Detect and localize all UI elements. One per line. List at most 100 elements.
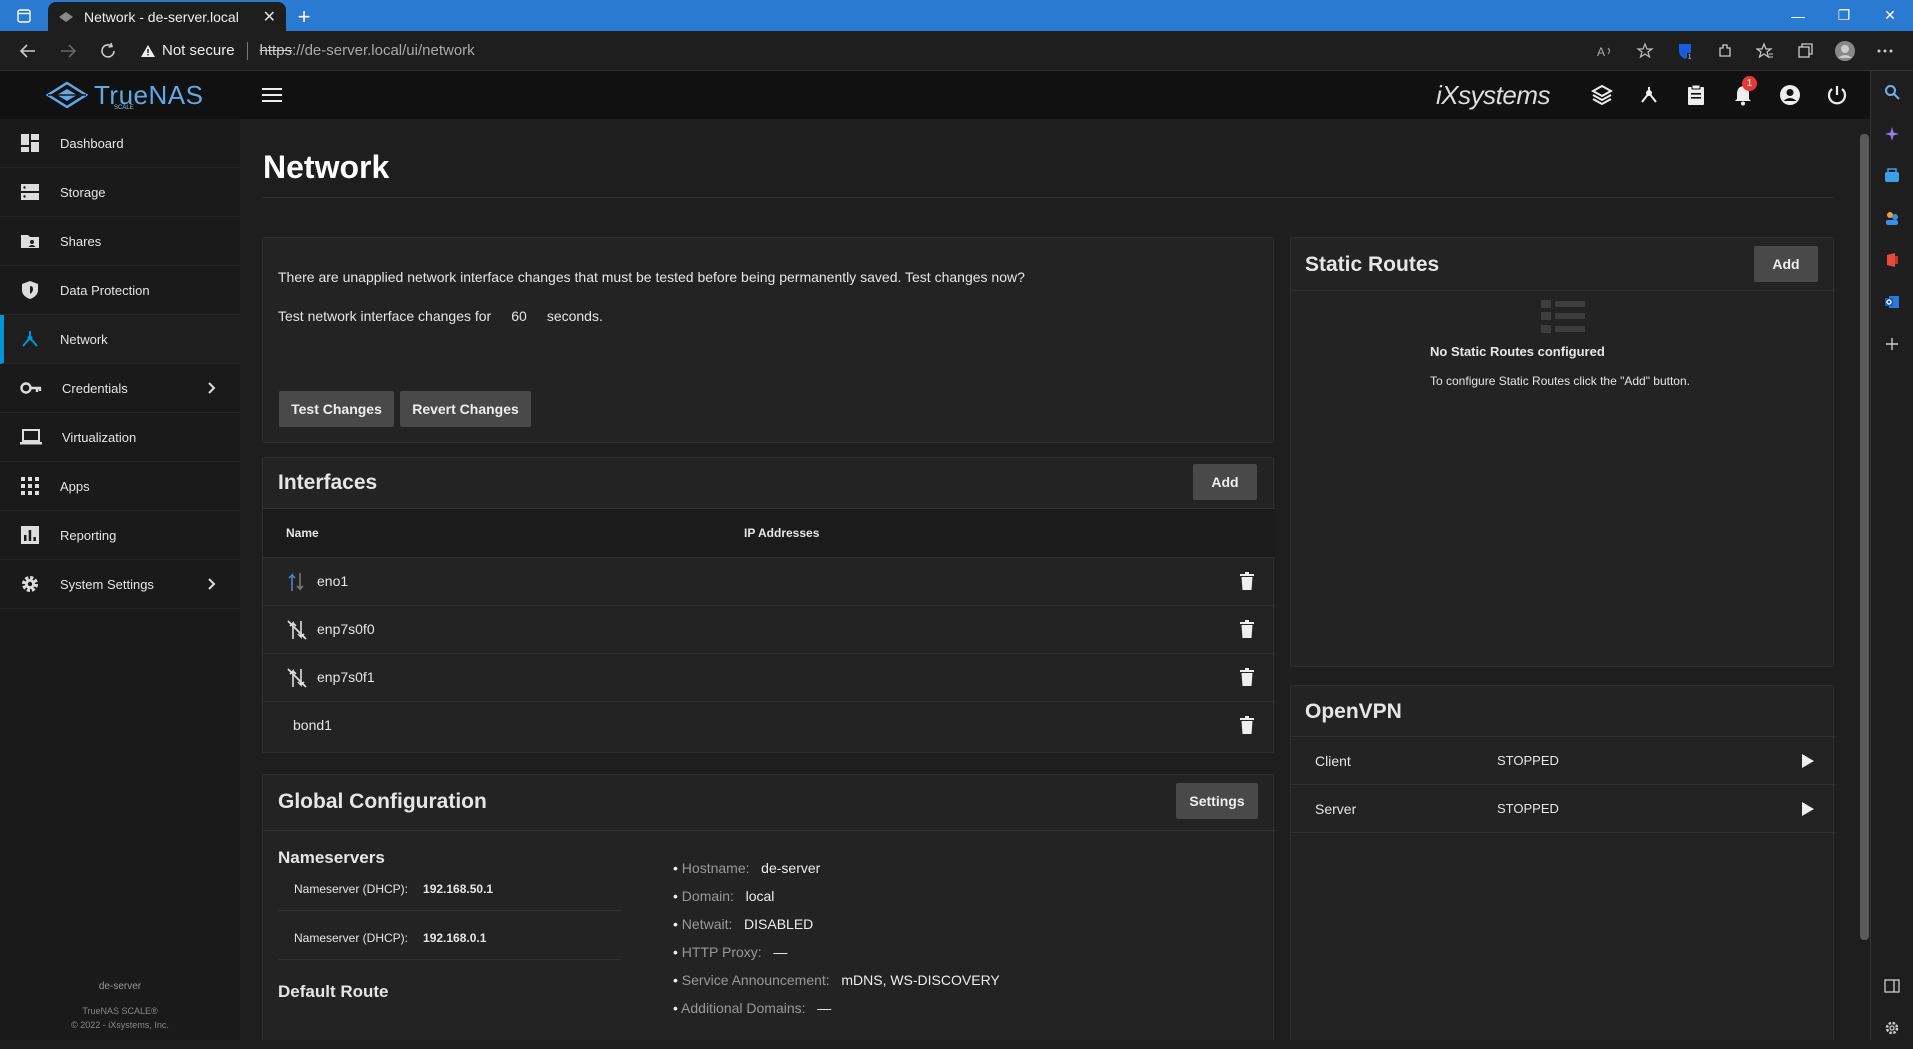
global-config-title: Global Configuration: [278, 790, 487, 813]
copilot-sparkle-icon[interactable]: [1871, 113, 1913, 155]
delete-icon[interactable]: [1240, 620, 1254, 638]
add-sidebar-app-icon[interactable]: [1871, 323, 1913, 365]
sidebar-item-shares[interactable]: Shares: [0, 217, 240, 266]
search-icon[interactable]: [1871, 71, 1913, 113]
not-secure-indicator[interactable]: Not secure: [140, 42, 235, 59]
people-icon[interactable]: [1871, 197, 1913, 239]
forward-icon[interactable]: [50, 35, 86, 67]
table-row[interactable]: eno1: [263, 558, 1275, 605]
nameservers-title: Nameservers: [278, 848, 385, 867]
table-row[interactable]: enp7s0f1: [263, 654, 1275, 701]
link-down-icon: [287, 620, 307, 640]
chevron-right-icon: [208, 578, 216, 590]
test-changes-button[interactable]: Test Changes: [279, 391, 394, 427]
add-static-route-button[interactable]: Add: [1754, 246, 1818, 282]
key-icon: [20, 382, 42, 394]
revert-changes-button[interactable]: Revert Changes: [400, 391, 531, 427]
sidebar-item-network[interactable]: Network: [0, 315, 240, 364]
play-icon[interactable]: [1801, 801, 1815, 817]
link-down-icon: [287, 668, 307, 688]
task-manager-icon[interactable]: [1672, 71, 1719, 119]
sidebar-settings-icon[interactable]: [1871, 1007, 1913, 1049]
truenas-logo-icon: [46, 81, 88, 109]
extensions-icon[interactable]: [1707, 35, 1743, 67]
delete-icon[interactable]: [1240, 572, 1254, 590]
outlook-icon[interactable]: [1871, 281, 1913, 323]
sidebar-hostname: de-server: [98, 981, 142, 992]
col-ip-header[interactable]: IP Addresses: [744, 526, 819, 540]
url-scheme: https: [259, 42, 293, 59]
reporting-chart-icon: [21, 526, 39, 544]
tab-actions-icon[interactable]: [0, 0, 48, 31]
interfaces-title: Interfaces: [278, 471, 378, 494]
info-label: Service Announcement:: [681, 972, 830, 988]
close-window-icon[interactable]: ✕: [1867, 0, 1913, 31]
ixsystems-logo[interactable]: iXsystems: [1436, 80, 1550, 111]
play-icon[interactable]: [1801, 753, 1815, 769]
add-interface-button[interactable]: Add: [1193, 464, 1257, 500]
sidebar-item-virtualization[interactable]: Virtualization: [0, 413, 240, 462]
close-tab-icon[interactable]: ✕: [263, 7, 276, 27]
interface-name: enp7s0f0: [317, 621, 375, 637]
browser-tab[interactable]: Network - de-server.local ✕: [48, 2, 286, 31]
power-icon[interactable]: [1813, 71, 1860, 119]
main-content: Network There are unapplied network inte…: [240, 119, 1870, 1040]
account-icon[interactable]: [1766, 71, 1813, 119]
sidebar-item-data-protection[interactable]: Data Protection: [0, 266, 240, 315]
empty-list-icon: [1541, 300, 1585, 333]
default-route-title: Default Route: [278, 982, 389, 1001]
truecommand-icon[interactable]: [1578, 71, 1625, 119]
info-value: mDNS, WS-DISCOVERY: [841, 972, 1000, 988]
global-settings-button[interactable]: Settings: [1176, 783, 1258, 819]
profile-icon[interactable]: [1827, 35, 1863, 67]
vpn-name: Server: [1315, 801, 1357, 817]
gear-icon: [22, 576, 38, 592]
favorites-icon[interactable]: [1747, 35, 1783, 67]
url-field[interactable]: Not secure https://de-server.local/ui/ne…: [130, 35, 1583, 67]
list-item[interactable]: Client STOPPED: [1291, 737, 1835, 784]
sidebar-item-credentials[interactable]: Credentials: [0, 364, 240, 413]
menu-toggle-icon[interactable]: [254, 77, 290, 113]
shopping-icon[interactable]: [1871, 155, 1913, 197]
add-favorite-icon[interactable]: [1627, 35, 1663, 67]
delete-icon[interactable]: [1240, 716, 1254, 734]
collections-icon[interactable]: [1787, 35, 1823, 67]
reload-icon[interactable]: [90, 35, 126, 67]
back-icon[interactable]: [10, 35, 46, 67]
scrollbar-thumb[interactable]: [1860, 134, 1869, 940]
table-row[interactable]: enp7s0f0: [263, 606, 1275, 653]
divider: [278, 910, 621, 911]
sidebar-item-dashboard[interactable]: Dashboard: [0, 119, 240, 168]
restore-icon[interactable]: ❐: [1821, 0, 1867, 31]
nameserver-row: Nameserver (DHCP): 192.168.50.1: [294, 882, 493, 896]
brand-sub: SCALE: [114, 105, 134, 111]
top-toolbar: TrueNAS SCALE iXsystems 1: [0, 71, 1870, 119]
interface-name: eno1: [317, 573, 349, 589]
sidebar-item-label: Shares: [60, 233, 102, 249]
office-icon[interactable]: [1871, 239, 1913, 281]
read-aloud-icon[interactable]: A: [1587, 35, 1623, 67]
test-duration-row: Test network interface changes for 60 se…: [278, 308, 603, 324]
global-info-list: • Hostname: de-server • Domain: local • …: [673, 860, 1000, 1028]
sidebar-item-apps[interactable]: Apps: [0, 462, 240, 511]
alerts-bell-icon[interactable]: 1: [1719, 71, 1766, 119]
sidebar-item-storage[interactable]: Storage: [0, 168, 240, 217]
test-duration-input[interactable]: 60: [507, 308, 531, 324]
delete-icon[interactable]: [1240, 668, 1254, 686]
warning-icon: [141, 44, 155, 57]
copyright: © 2022 - iXsystems, Inc.: [71, 1020, 169, 1030]
test-duration-prefix: Test network interface changes for: [278, 308, 492, 324]
sidebar-item-reporting[interactable]: Reporting: [0, 511, 240, 560]
list-item[interactable]: Server STOPPED: [1291, 785, 1835, 832]
sidebar-item-system-settings[interactable]: System Settings: [0, 560, 240, 609]
col-name-header[interactable]: Name: [286, 526, 319, 540]
table-row[interactable]: bond1: [263, 702, 1275, 749]
pending-message: There are unapplied network interface ch…: [278, 269, 1025, 285]
minimize-icon[interactable]: —: [1775, 0, 1821, 31]
bitwarden-extension-icon[interactable]: 1: [1667, 35, 1703, 67]
directory-services-icon[interactable]: [1625, 71, 1672, 119]
truenas-logo[interactable]: TrueNAS SCALE: [0, 71, 240, 119]
hide-sidebar-icon[interactable]: [1871, 965, 1913, 1007]
more-menu-icon[interactable]: [1867, 35, 1903, 67]
new-tab-icon[interactable]: +: [286, 2, 322, 31]
